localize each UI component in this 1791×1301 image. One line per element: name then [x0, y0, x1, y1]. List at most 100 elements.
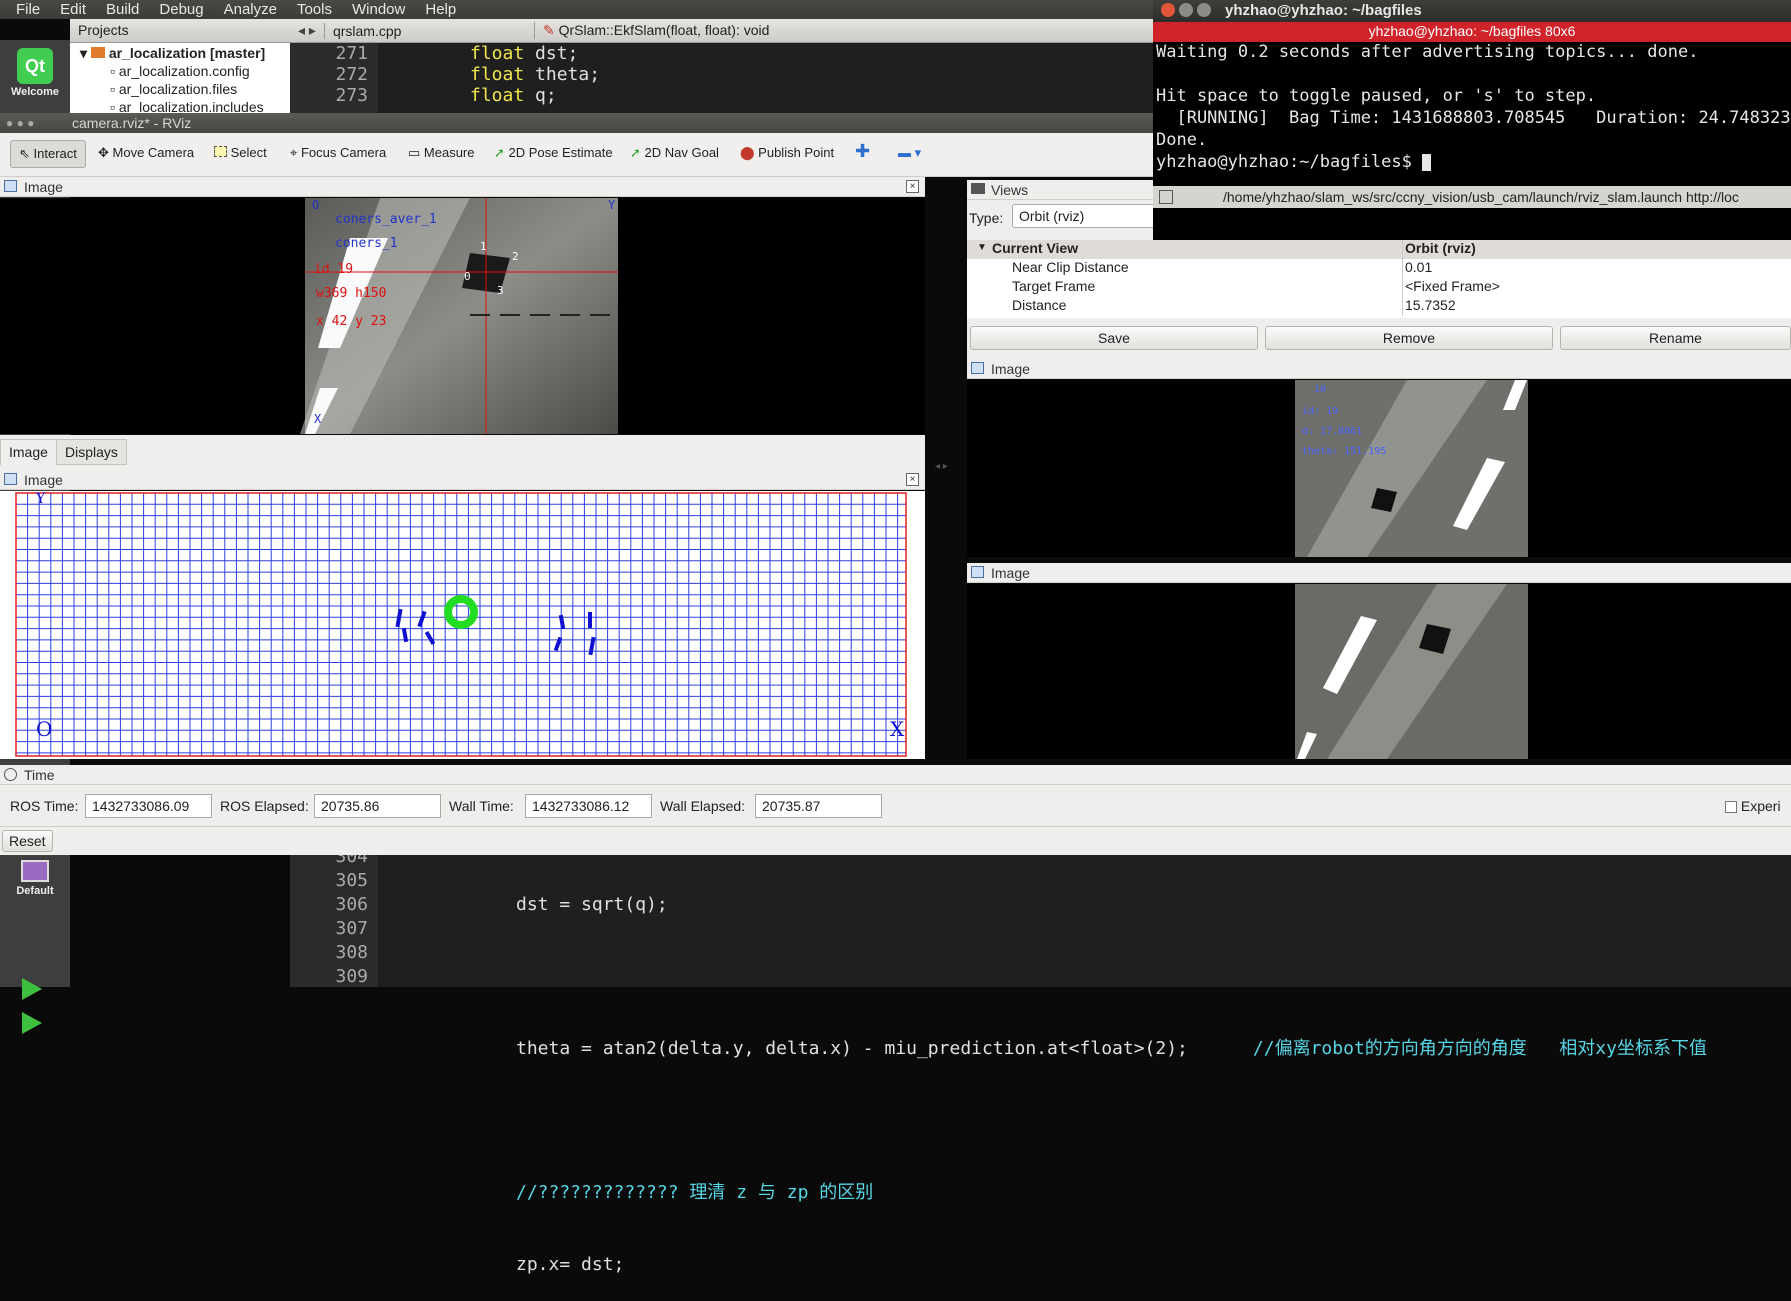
tool-2d-pose-estimate[interactable]: ➚ 2D Pose Estimate [494, 145, 613, 161]
ros-elapsed-label: ROS Elapsed: [220, 798, 309, 814]
close-icon[interactable]: × [906, 473, 919, 486]
rename-view-button[interactable]: Rename [1560, 326, 1791, 350]
table-row[interactable]: Near Clip Distance 0.01 [967, 259, 1791, 278]
camera-frame-a [300, 198, 618, 434]
function-combo[interactable]: ✎ QrSlam::EkfSlam(float, float): void [533, 22, 769, 39]
terminal-prompt[interactable]: yhzhao@yhzhao:~/bagfiles$ [1156, 152, 1432, 172]
image-icon [4, 180, 17, 192]
mode-default[interactable]: Default [6, 860, 64, 897]
axis-label-x: X [890, 717, 905, 741]
overlay-text: Y [608, 198, 616, 212]
ros-time-label: ROS Time: [10, 798, 79, 814]
overlay-text: x 42 y 23 [316, 314, 387, 329]
splitter-arrows-icon[interactable]: ◂ ▸ [935, 461, 948, 472]
debug-run-icon[interactable] [22, 1012, 42, 1034]
tree-root[interactable]: ▾ ar_localization [master] [80, 45, 265, 62]
run-icon[interactable] [22, 978, 42, 1000]
type-label: Type: [969, 210, 1004, 226]
checkbox-icon[interactable] [1725, 801, 1737, 814]
rviz-titlebar[interactable]: ● ● ● camera.rviz* - RViz [0, 113, 1160, 133]
ros-elapsed-field[interactable]: 20735.86 [314, 794, 441, 818]
terminal-line: Waiting 0.2 seconds after advertising to… [1156, 42, 1699, 62]
select-box-icon [214, 146, 227, 157]
camera-frame-c [1295, 380, 1528, 557]
tool-interact[interactable]: ⇖ Interact [10, 140, 86, 168]
code-editor-top[interactable]: float dst; float theta; float q; [378, 43, 1160, 113]
camera-image-a[interactable]: coners_aver_1 coners_1 id 19 w369 h150 x… [0, 198, 925, 434]
overlay-text: 1 [480, 240, 487, 253]
minimize-icon[interactable] [1179, 3, 1193, 17]
experimental-checkbox[interactable]: Experi [1725, 798, 1781, 814]
terminal-line: [RUNNING] Bag Time: 1431688803.708545 Du… [1156, 108, 1791, 128]
wall-elapsed-field[interactable]: 20735.87 [755, 794, 882, 818]
grid-image-b[interactable]: Y O X [0, 491, 925, 759]
crosshair-icon: ⌖ [290, 145, 301, 160]
cursor-icon: ⇖ [19, 146, 34, 161]
tree-file[interactable]: ▫ ar_localization.config [110, 63, 250, 79]
editor-toolbar: ◂ ▸ qrslam.cpp ✎ QrSlam::EkfSlam(float, … [290, 19, 1160, 43]
image-icon [971, 566, 984, 578]
overlay-text: 3 [497, 284, 504, 297]
menu-help[interactable]: Help [417, 1, 464, 18]
tool-select[interactable]: Select [214, 145, 267, 160]
code-editor-bottom[interactable]: dst = sqrt(q); theta = atan2(delta.y, de… [378, 845, 1791, 1275]
tool-2d-nav-goal[interactable]: ➚ 2D Nav Goal [630, 145, 719, 161]
mode-welcome[interactable]: Qt Welcome [6, 48, 64, 98]
axis-label-origin: O [36, 717, 53, 741]
menu-build[interactable]: Build [98, 1, 147, 18]
add-tool-icon[interactable]: ✚ [855, 141, 870, 162]
camera-image-c[interactable]: 10 id: 19 d: 17.0861 theta: 151.195 [967, 380, 1791, 557]
overlay-text: 0 [464, 270, 471, 283]
terminal-titlebar[interactable]: yhzhao@yhzhao: ~/bagfiles [1153, 0, 1791, 22]
close-icon[interactable] [1161, 3, 1175, 17]
reset-button[interactable]: Reset [2, 830, 53, 852]
table-row[interactable]: Target Frame <Fixed Frame> [967, 278, 1791, 297]
tab-image[interactable]: Image [0, 439, 57, 465]
menu-debug[interactable]: Debug [151, 1, 211, 18]
tool-focus-camera[interactable]: ⌖ Focus Camera [290, 145, 386, 161]
tool-publish-point[interactable]: ⬤ Publish Point [740, 145, 834, 161]
image-icon [971, 362, 984, 374]
ros-time-field[interactable]: 1432733086.09 [85, 794, 212, 818]
tree-file[interactable]: ▫ ar_localization.files [110, 81, 237, 97]
window-controls-icon[interactable]: ● ● ● [6, 116, 34, 130]
wall-time-field[interactable]: 1432733086.12 [525, 794, 652, 818]
overlay-text: coners_aver_1 [335, 212, 437, 227]
tool-measure[interactable]: ▭ Measure [408, 145, 474, 161]
tab-displays[interactable]: Displays [56, 439, 127, 465]
close-icon[interactable]: × [906, 180, 919, 193]
code-line: float dst; [470, 43, 579, 64]
view-properties-table: ▼ Current View Orbit (rviz) Near Clip Di… [967, 240, 1791, 318]
wall-time-label: Wall Time: [449, 798, 514, 814]
line-gutter-top: 271 272 273 [290, 43, 378, 113]
line-gutter-bottom: 304 305 306 307 308 309 [290, 845, 378, 987]
code-line: //????????????? 理清 z 与 zp 的区别 [516, 1182, 874, 1203]
nav-arrows-icon[interactable]: ◂ ▸ [290, 22, 324, 39]
table-row[interactable]: ▼ Current View Orbit (rviz) [967, 240, 1791, 259]
projects-selector[interactable]: Projects [70, 19, 290, 43]
maximize-icon[interactable] [1197, 3, 1211, 17]
terminal-tab[interactable]: yhzhao@yhzhao: ~/bagfiles 80x6 [1153, 22, 1791, 42]
menu-tools[interactable]: Tools [289, 1, 340, 18]
file-tab[interactable]: qrslam.cpp [323, 22, 534, 39]
camera-image-d[interactable] [967, 584, 1791, 759]
table-row[interactable]: Distance 15.7352 [967, 297, 1791, 316]
map-pin-icon: ⬤ [740, 145, 759, 160]
code-line: float q; [470, 85, 557, 106]
terminal-tab-icon[interactable] [1159, 190, 1173, 204]
tool-move-camera[interactable]: ✥ Move Camera [98, 145, 194, 161]
expand-icon[interactable]: ▼ [977, 242, 987, 253]
remove-tool-icon[interactable]: ▬ ▾ [898, 145, 921, 161]
save-view-button[interactable]: Save [970, 326, 1258, 350]
green-arrow-icon: ➚ [630, 145, 645, 160]
remove-view-button[interactable]: Remove [1265, 326, 1553, 350]
menu-window[interactable]: Window [344, 1, 413, 18]
terminal-line: Hit space to toggle paused, or 's' to st… [1156, 86, 1597, 106]
menu-file[interactable]: File [8, 1, 48, 18]
menu-edit[interactable]: Edit [52, 1, 94, 18]
panel-tabs: Image Displays [0, 435, 925, 470]
time-header: Time [0, 765, 1791, 785]
menu-analyze[interactable]: Analyze [216, 1, 285, 18]
overlay-text: id: 19 [1302, 406, 1339, 417]
